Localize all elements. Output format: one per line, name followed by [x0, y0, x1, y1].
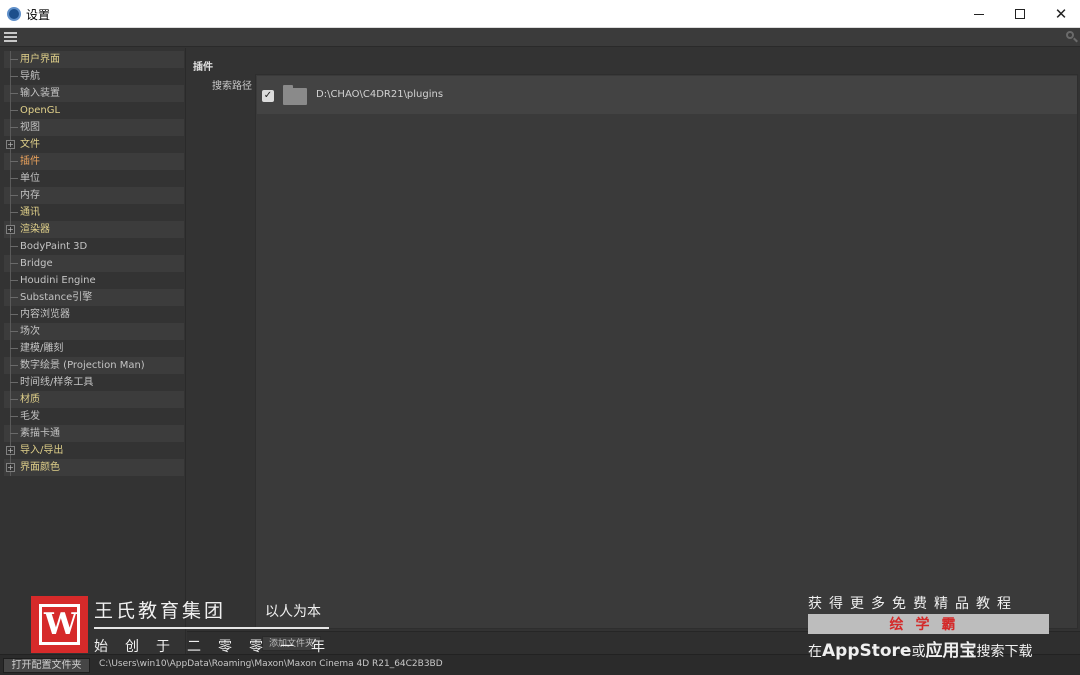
settings-category-tree: 用户界面导航输入装置 OpenGL 视图 + 文件插件单位内存通讯 + 渲染器 BodyPai…	[4, 51, 184, 476]
close-icon: ✕	[1054, 5, 1068, 23]
logo-letter: W	[44, 607, 78, 642]
sidebar-item-label: 材质	[20, 394, 40, 405]
sidebar-item-label: 场次	[20, 326, 40, 337]
sidebar-item[interactable]: 建模/雕刻	[4, 340, 184, 357]
plugins-settings-panel: 插件 搜索路径 ✓ D:\CHAO\C4DR21\plugins 添加文件夹	[187, 48, 1080, 654]
sidebar-item[interactable]: 插件	[4, 153, 184, 170]
maximize-icon	[1015, 9, 1025, 19]
open-config-folder-button[interactable]: 打开配置文件夹	[3, 658, 90, 673]
sidebar-item[interactable]: + 渲染器	[4, 221, 184, 238]
sidebar-item[interactable]: 场次	[4, 323, 184, 340]
sidebar-item[interactable]: 单位	[4, 170, 184, 187]
brand-logo: W	[31, 596, 88, 653]
search-path-list[interactable]: ✓ D:\CHAO\C4DR21\plugins	[255, 74, 1078, 629]
sidebar-item[interactable]: 内容浏览器	[4, 306, 184, 323]
expand-icon[interactable]: +	[6, 463, 15, 472]
path-text: D:\CHAO\C4DR21\plugins	[316, 89, 444, 100]
sidebar-item[interactable]: Houdini Engine	[4, 272, 184, 289]
sidebar-item-label: 通讯	[20, 207, 40, 218]
sidebar-item-label: 视图	[20, 122, 40, 133]
watermark-divider	[94, 627, 329, 629]
sidebar-item[interactable]: 用户界面	[4, 51, 184, 68]
sidebar-item-label: 单位	[20, 173, 40, 184]
sidebar-item-label: Substance引擎	[20, 292, 93, 303]
section-title: 插件	[193, 62, 213, 73]
expand-icon[interactable]: +	[6, 140, 15, 149]
sidebar-item[interactable]: + 导入/导出	[4, 442, 184, 459]
config-path-text: C:\Users\win10\AppData\Roaming\Maxon\Max…	[99, 659, 443, 669]
sidebar-item-label: 导航	[20, 71, 40, 82]
promo-watermark: 获得更多免费精品教程 绘学霸 在AppStore或应用宝搜索下载	[808, 593, 1050, 661]
sidebar-item[interactable]: OpenGL	[4, 102, 184, 119]
hamburger-menu-icon[interactable]	[4, 32, 17, 43]
sidebar-item-label: 时间线/样条工具	[20, 377, 94, 388]
sidebar-item[interactable]: Substance引擎	[4, 289, 184, 306]
sidebar-item[interactable]: + 文件	[4, 136, 184, 153]
folder-icon	[283, 85, 307, 105]
path-enabled-checkbox[interactable]: ✓	[262, 90, 274, 102]
sidebar-item-label: 导入/导出	[20, 445, 64, 456]
sidebar-item-label: BodyPaint 3D	[20, 241, 88, 252]
brand-name: 绘学霸	[889, 617, 968, 633]
sidebar-item-label: 输入装置	[20, 88, 60, 99]
minimize-button[interactable]	[957, 0, 1001, 28]
sidebar-item[interactable]: 时间线/样条工具	[4, 374, 184, 391]
maximize-button[interactable]	[998, 0, 1042, 28]
brand-bar: 绘学霸	[808, 614, 1049, 634]
more-tutorials-text: 获得更多免费精品教程	[808, 596, 1018, 612]
sidebar-item[interactable]: 材质	[4, 391, 184, 408]
sidebar-item[interactable]: 毛发	[4, 408, 184, 425]
settings-sidebar: 用户界面导航输入装置 OpenGL 视图 + 文件插件单位内存通讯 + 渲染器 BodyPai…	[0, 48, 186, 654]
search-icon[interactable]	[1066, 31, 1078, 44]
company-slogan: 以人为本	[265, 604, 321, 620]
sidebar-item-label: Bridge	[20, 258, 53, 269]
search-path-label: 搜索路径	[212, 81, 252, 92]
sidebar-item-label: 数字绘景 (Projection Man)	[20, 360, 145, 371]
expand-icon[interactable]: +	[6, 446, 15, 455]
sidebar-item-label: 内存	[20, 190, 40, 201]
cinema4d-logo-icon	[7, 7, 21, 21]
expand-icon[interactable]: +	[6, 225, 15, 234]
path-row[interactable]: ✓ D:\CHAO\C4DR21\plugins	[257, 76, 1077, 114]
sidebar-item-label: 用户界面	[20, 54, 60, 65]
sidebar-item[interactable]: 数字绘景 (Projection Man)	[4, 357, 184, 374]
sidebar-item-label: OpenGL	[20, 105, 61, 116]
sidebar-item[interactable]: 素描卡通	[4, 425, 184, 442]
founded-text: 始创于二零零一年	[94, 639, 342, 655]
brand-watermark: W 王氏教育集团 以人为本 始创于二零零一年	[31, 596, 336, 656]
minimize-icon	[974, 13, 984, 15]
sidebar-item[interactable]: 输入装置	[4, 85, 184, 102]
sidebar-item-label: 内容浏览器	[20, 309, 70, 320]
download-text: 在AppStore或应用宝搜索下载	[808, 641, 1033, 661]
sidebar-item-label: 素描卡通	[20, 428, 60, 439]
window-title: 设置	[26, 8, 51, 22]
company-name: 王氏教育集团	[94, 600, 227, 622]
sidebar-item[interactable]: BodyPaint 3D	[4, 238, 184, 255]
sidebar-item[interactable]: 通讯	[4, 204, 184, 221]
close-button[interactable]: ✕	[1039, 0, 1080, 28]
sidebar-item-label: 渲染器	[20, 224, 50, 235]
sidebar-item[interactable]: 视图	[4, 119, 184, 136]
sidebar-item-label: 毛发	[20, 411, 40, 422]
sidebar-item[interactable]: Bridge	[4, 255, 184, 272]
settings-toolbar	[0, 28, 1080, 47]
sidebar-item-label: 文件	[20, 139, 40, 150]
sidebar-item[interactable]: 内存	[4, 187, 184, 204]
sidebar-item-label: 插件	[20, 156, 40, 167]
sidebar-item[interactable]: + 界面颜色	[4, 459, 184, 476]
sidebar-item-label: Houdini Engine	[20, 275, 96, 286]
sidebar-item[interactable]: 导航	[4, 68, 184, 85]
sidebar-item-label: 建模/雕刻	[20, 343, 64, 354]
sidebar-item-label: 界面颜色	[20, 462, 60, 473]
title-bar: 设置 ✕	[0, 0, 1080, 28]
